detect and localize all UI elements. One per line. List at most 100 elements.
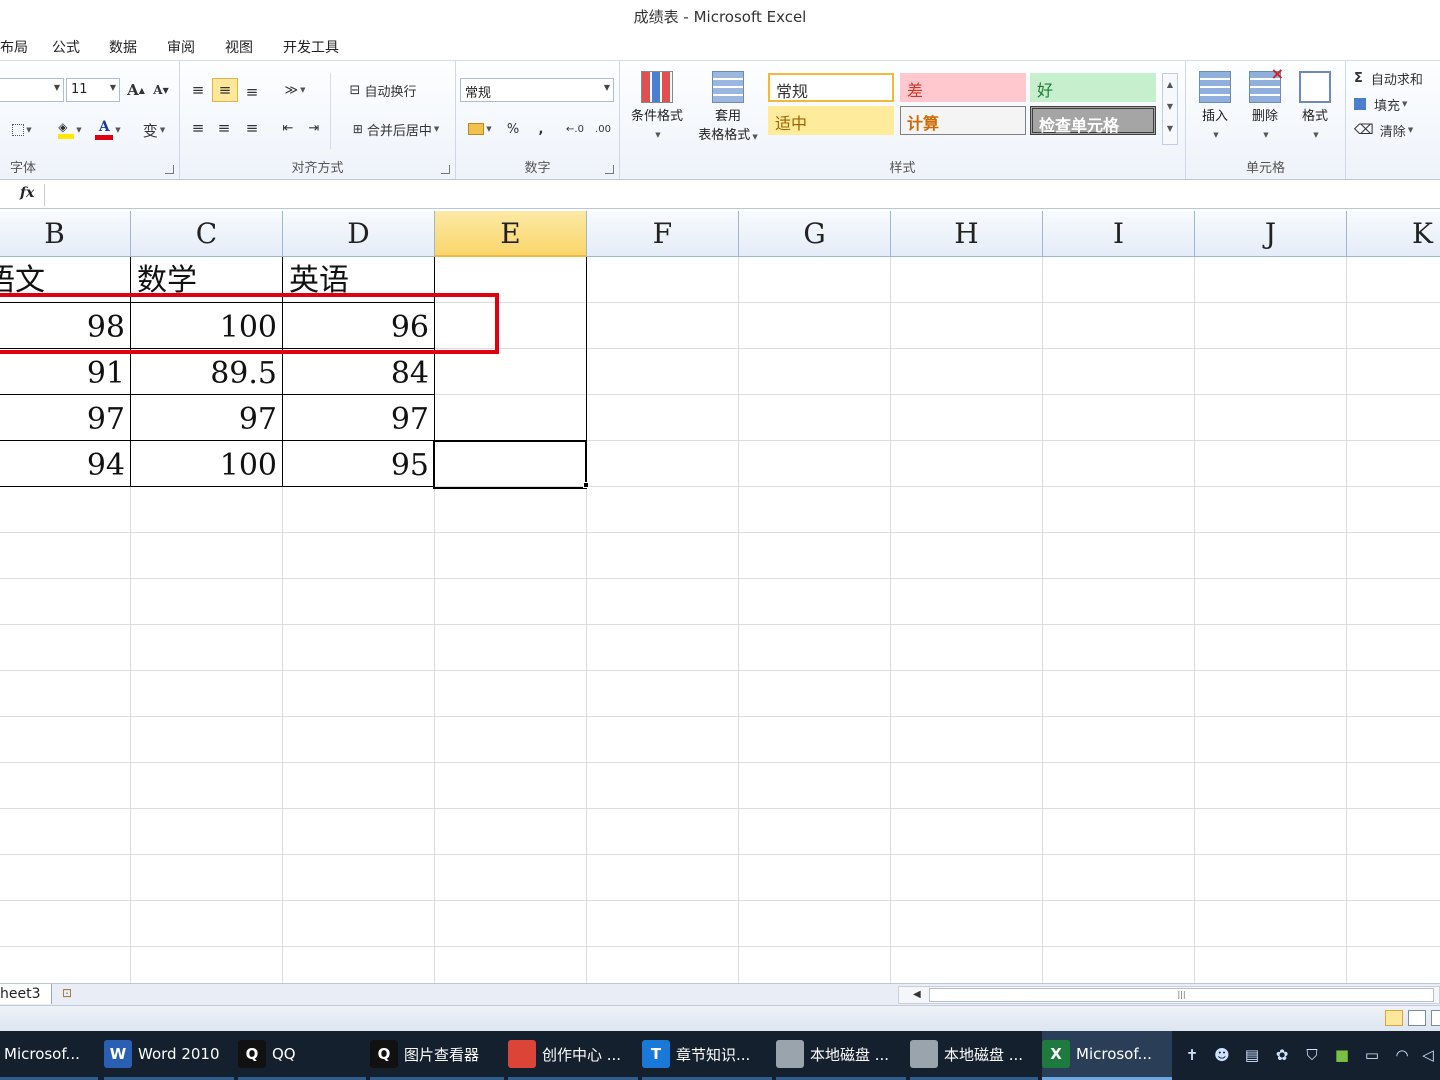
normal-view-icon[interactable]	[1385, 1010, 1403, 1026]
data-cell[interactable]: 91	[0, 349, 131, 395]
active-cell[interactable]	[433, 440, 587, 489]
delete-button[interactable]: × 删除 ▼	[1242, 64, 1288, 145]
style-gallery-scroll[interactable]: ▲ ▼ ▼	[1162, 73, 1178, 145]
data-cell[interactable]: 95	[283, 441, 435, 487]
taskbar-item[interactable]: 创作中心 ...	[508, 1031, 638, 1080]
volume-icon[interactable]: ◁	[1418, 1045, 1438, 1065]
increase-indent-button[interactable]: ⇥	[302, 117, 326, 139]
column-header-i[interactable]: I	[1043, 211, 1195, 257]
increase-decimal-button[interactable]: ←.0	[562, 117, 588, 141]
tab-view[interactable]: 视图	[225, 37, 253, 57]
style-bad[interactable]: 差	[900, 73, 1026, 102]
fill-color-button[interactable]: ◈ ▼	[52, 117, 88, 143]
autosum-button[interactable]: Σ 自动求和	[1354, 67, 1440, 89]
data-cell[interactable]: 94	[0, 441, 131, 487]
align-right-button[interactable]: ≡	[240, 117, 264, 139]
data-cell[interactable]: 97	[131, 395, 283, 441]
formula-input[interactable]	[45, 181, 1440, 209]
taskbar-item[interactable]: 本地磁盘 ...	[910, 1031, 1038, 1080]
sheet-tab-sheet3[interactable]: heet3	[0, 984, 52, 1004]
column-header-g[interactable]: G	[739, 211, 891, 257]
column-header-k[interactable]: K	[1347, 211, 1440, 257]
font-color-button[interactable]: A ▼	[90, 117, 126, 143]
taskbar-item[interactable]: T 章节知识...	[642, 1031, 772, 1080]
nvidia-icon[interactable]: ■	[1332, 1045, 1352, 1065]
data-cell[interactable]: 97	[0, 395, 131, 441]
orientation-button[interactable]: ≫ ▼	[278, 79, 312, 101]
font-name-combo[interactable]: ▼	[0, 78, 64, 102]
tab-data[interactable]: 数据	[109, 37, 137, 57]
wifi-icon[interactable]: ◠	[1392, 1045, 1412, 1065]
grow-font-button[interactable]: A ▲	[126, 79, 146, 101]
horizontal-scroll-thumb[interactable]: |||	[929, 988, 1434, 1002]
tab-formulas[interactable]: 公式	[52, 37, 80, 57]
taskbar-item[interactable]: W Word 2010	[104, 1031, 234, 1080]
borders-button[interactable]: ▼	[4, 119, 40, 141]
column-header-h[interactable]: H	[891, 211, 1043, 257]
taskbar-item[interactable]: X Microsof...	[1042, 1031, 1172, 1080]
number-format-combo[interactable]: 常规 ▼	[460, 78, 614, 102]
page-break-view-icon[interactable]	[1431, 1010, 1440, 1026]
shrink-font-button[interactable]: A ▼	[151, 79, 171, 101]
tab-page-layout[interactable]: 布局	[0, 37, 28, 57]
accounting-format-button[interactable]: ▼	[462, 117, 498, 141]
message-icon[interactable]: ▤	[1242, 1045, 1262, 1065]
font-size-combo[interactable]: 11 ▼	[66, 78, 120, 102]
data-cell[interactable]: 97	[283, 395, 435, 441]
column-header-d[interactable]: D	[283, 211, 435, 257]
alignment-dialog-launcher[interactable]	[441, 165, 450, 174]
format-as-table-button[interactable]: 套用 表格格式 ▼	[690, 71, 766, 147]
column-header-e[interactable]: E	[435, 211, 587, 257]
percent-button[interactable]: %	[502, 117, 524, 141]
insert-function-icon[interactable]: fx	[20, 185, 34, 201]
align-middle-button[interactable]: ≡	[212, 78, 238, 102]
page-layout-view-icon[interactable]	[1408, 1010, 1426, 1026]
scroll-left-icon[interactable]: ◀	[913, 987, 921, 1003]
merge-center-button[interactable]: ⊞ 合并后居中 ▼	[338, 117, 454, 141]
worksheet-grid[interactable]: BCDEFGHIJK语文数学英语98100969189.584979797941…	[0, 211, 1440, 983]
tab-developer[interactable]: 开发工具	[283, 37, 339, 57]
shield-icon[interactable]: ⛉	[1302, 1045, 1322, 1065]
phonetic-button[interactable]: 变 ▼	[136, 117, 172, 143]
style-calculation[interactable]: 计算	[900, 106, 1026, 135]
column-header-c[interactable]: C	[131, 211, 283, 257]
decrease-indent-button[interactable]: ⇤	[276, 117, 300, 139]
align-top-button[interactable]: ≡	[186, 79, 210, 101]
font-dialog-launcher[interactable]	[165, 165, 174, 174]
insert-sheet-icon[interactable]: ⊡	[56, 986, 78, 1002]
conditional-format-button[interactable]: 条件格式 ▼	[624, 71, 690, 145]
style-check-cell[interactable]: 检查单元格	[1030, 106, 1156, 135]
clear-button[interactable]: ⌫ 清除 ▼	[1354, 119, 1440, 141]
insert-button[interactable]: 插入 ▼	[1192, 71, 1238, 145]
horizontal-scrollbar[interactable]: ◀ |||	[898, 986, 1440, 1004]
data-cell[interactable]: 100	[131, 441, 283, 487]
decrease-decimal-button[interactable]: .00	[590, 117, 616, 141]
taskbar-item[interactable]: 本地磁盘 ...	[776, 1031, 906, 1080]
align-bottom-button[interactable]: ≡	[240, 81, 264, 103]
align-left-button[interactable]: ≡	[186, 117, 210, 139]
column-header-f[interactable]: F	[587, 211, 739, 257]
style-good[interactable]: 好	[1030, 73, 1156, 102]
taskbar-item[interactable]: Q QQ	[238, 1031, 366, 1080]
data-cell[interactable]: 84	[283, 349, 435, 395]
number-dialog-launcher[interactable]	[605, 165, 614, 174]
data-cell[interactable]: 89.5	[131, 349, 283, 395]
align-center-button[interactable]: ≡	[212, 117, 236, 139]
column-header-b[interactable]: B	[0, 211, 131, 257]
flower-icon[interactable]: ✿	[1272, 1045, 1292, 1065]
style-neutral[interactable]: 适中	[768, 106, 894, 135]
style-normal[interactable]: 常规	[768, 73, 894, 102]
column-header-j[interactable]: J	[1195, 211, 1347, 257]
taskbar-item[interactable]: Q 图片查看器	[370, 1031, 504, 1080]
fill-handle[interactable]	[583, 482, 589, 488]
taskbar-item[interactable]: Microsof...	[0, 1031, 98, 1080]
qq-tray-icon[interactable]: ☻	[1212, 1045, 1232, 1065]
wrap-text-button[interactable]: ⊟ 自动换行	[338, 78, 428, 102]
battery-icon[interactable]: ▭	[1362, 1045, 1382, 1065]
tab-review[interactable]: 审阅	[167, 37, 195, 57]
format-button[interactable]: 格式 ▼	[1292, 71, 1338, 145]
gridline-horizontal	[0, 670, 1440, 671]
pin-icon[interactable]: ✝	[1182, 1045, 1202, 1065]
fill-button[interactable]: 填充 ▼	[1354, 93, 1440, 115]
comma-button[interactable]: ,	[530, 117, 552, 141]
